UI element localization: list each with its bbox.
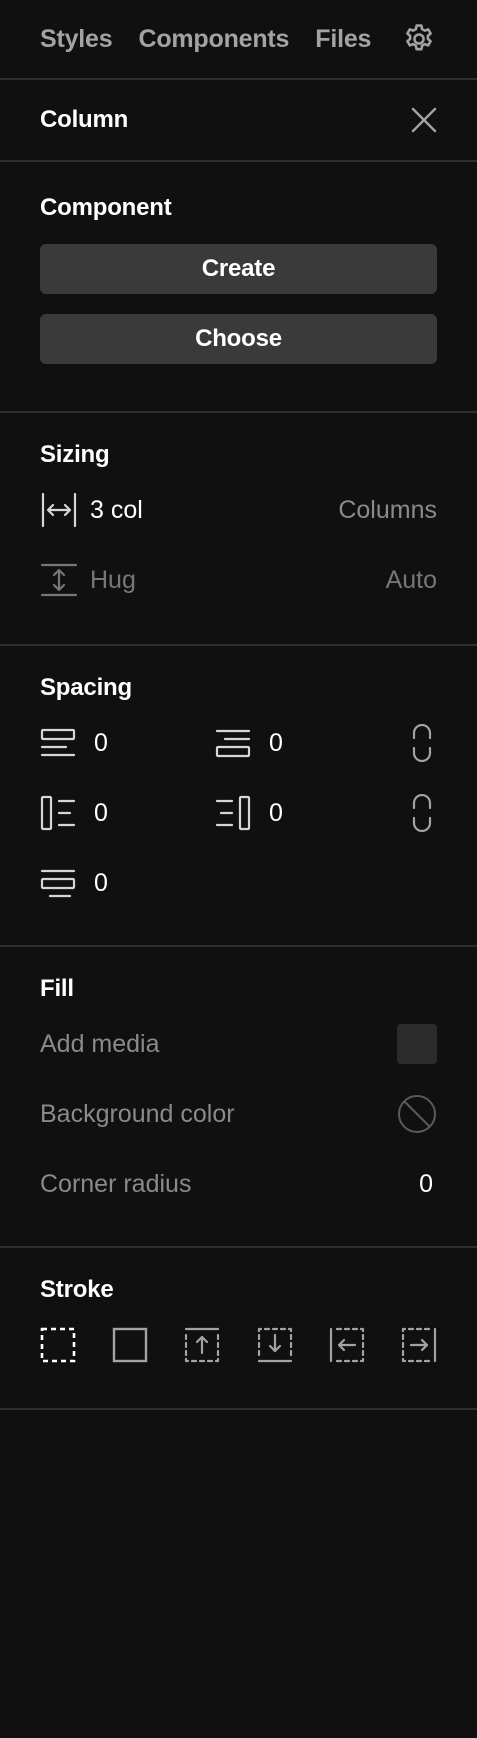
background-color-row[interactable]: Background color bbox=[40, 1079, 437, 1149]
top-navigation: Styles Components Files bbox=[0, 0, 477, 80]
stroke-options bbox=[40, 1310, 437, 1380]
stroke-title: Stroke bbox=[40, 1276, 114, 1303]
margin-bottom-field[interactable]: 0 bbox=[40, 867, 215, 899]
tab-files[interactable]: Files bbox=[315, 25, 371, 54]
fill-section: Fill Add media Background color Corner r… bbox=[0, 947, 477, 1248]
fill-title: Fill bbox=[40, 975, 74, 1002]
padding-top-field[interactable]: 0 bbox=[215, 727, 390, 759]
close-icon[interactable] bbox=[409, 105, 439, 135]
component-section: Component Create Choose bbox=[0, 162, 477, 413]
margin-left-icon bbox=[40, 795, 76, 831]
margin-top-value[interactable]: 0 bbox=[94, 729, 108, 758]
tab-components[interactable]: Components bbox=[138, 25, 289, 54]
no-color-icon[interactable] bbox=[397, 1094, 437, 1134]
stroke-none-icon[interactable] bbox=[40, 1327, 76, 1363]
element-title: Column bbox=[40, 106, 129, 133]
component-title: Component bbox=[40, 194, 172, 221]
margin-top-field[interactable]: 0 bbox=[40, 727, 215, 759]
add-media-row[interactable]: Add media bbox=[40, 1009, 437, 1079]
add-media-label: Add media bbox=[40, 1029, 160, 1058]
margin-left-field[interactable]: 0 bbox=[40, 795, 215, 831]
corner-radius-row[interactable]: Corner radius 0 bbox=[40, 1149, 437, 1219]
width-row[interactable]: 3 col Columns bbox=[40, 475, 437, 545]
stroke-all-icon[interactable] bbox=[112, 1327, 148, 1363]
media-swatch[interactable] bbox=[397, 1024, 437, 1064]
width-value[interactable]: 3 col bbox=[90, 496, 143, 525]
sizing-title: Sizing bbox=[40, 441, 110, 468]
spacing-title: Spacing bbox=[40, 674, 132, 701]
link-icon[interactable] bbox=[411, 724, 433, 762]
create-component-button[interactable]: Create bbox=[40, 244, 437, 294]
sizing-section: Sizing 3 col Columns Hug Auto bbox=[0, 413, 477, 646]
corner-radius-value[interactable]: 0 bbox=[419, 1170, 433, 1199]
width-arrows-icon bbox=[40, 492, 78, 528]
padding-right-field[interactable]: 0 bbox=[215, 795, 390, 831]
margin-bottom-icon bbox=[40, 867, 76, 899]
stroke-section: Stroke bbox=[0, 1248, 477, 1410]
spacing-section: Spacing 0 0 0 0 0 bbox=[0, 646, 477, 947]
margin-top-icon bbox=[40, 727, 76, 759]
width-mode[interactable]: Columns bbox=[338, 496, 437, 525]
padding-right-value[interactable]: 0 bbox=[269, 799, 283, 828]
corner-radius-label: Corner radius bbox=[40, 1169, 192, 1198]
stroke-bottom-icon[interactable] bbox=[257, 1327, 293, 1363]
margin-left-value[interactable]: 0 bbox=[94, 799, 108, 828]
gear-icon[interactable] bbox=[401, 21, 437, 57]
height-value[interactable]: Hug bbox=[90, 566, 136, 595]
padding-top-icon bbox=[215, 727, 251, 759]
link-icon[interactable] bbox=[411, 794, 433, 832]
background-color-label: Background color bbox=[40, 1099, 235, 1128]
stroke-left-icon[interactable] bbox=[329, 1327, 365, 1363]
stroke-right-icon[interactable] bbox=[401, 1327, 437, 1363]
height-row[interactable]: Hug Auto bbox=[40, 545, 437, 615]
stroke-top-icon[interactable] bbox=[184, 1327, 220, 1363]
height-mode[interactable]: Auto bbox=[386, 566, 437, 595]
padding-top-value[interactable]: 0 bbox=[269, 729, 283, 758]
panel-header: Column bbox=[0, 80, 477, 162]
height-arrows-icon bbox=[40, 562, 78, 598]
choose-component-button[interactable]: Choose bbox=[40, 314, 437, 364]
tab-styles[interactable]: Styles bbox=[40, 25, 113, 54]
margin-bottom-value[interactable]: 0 bbox=[94, 869, 108, 898]
padding-right-icon bbox=[215, 795, 251, 831]
